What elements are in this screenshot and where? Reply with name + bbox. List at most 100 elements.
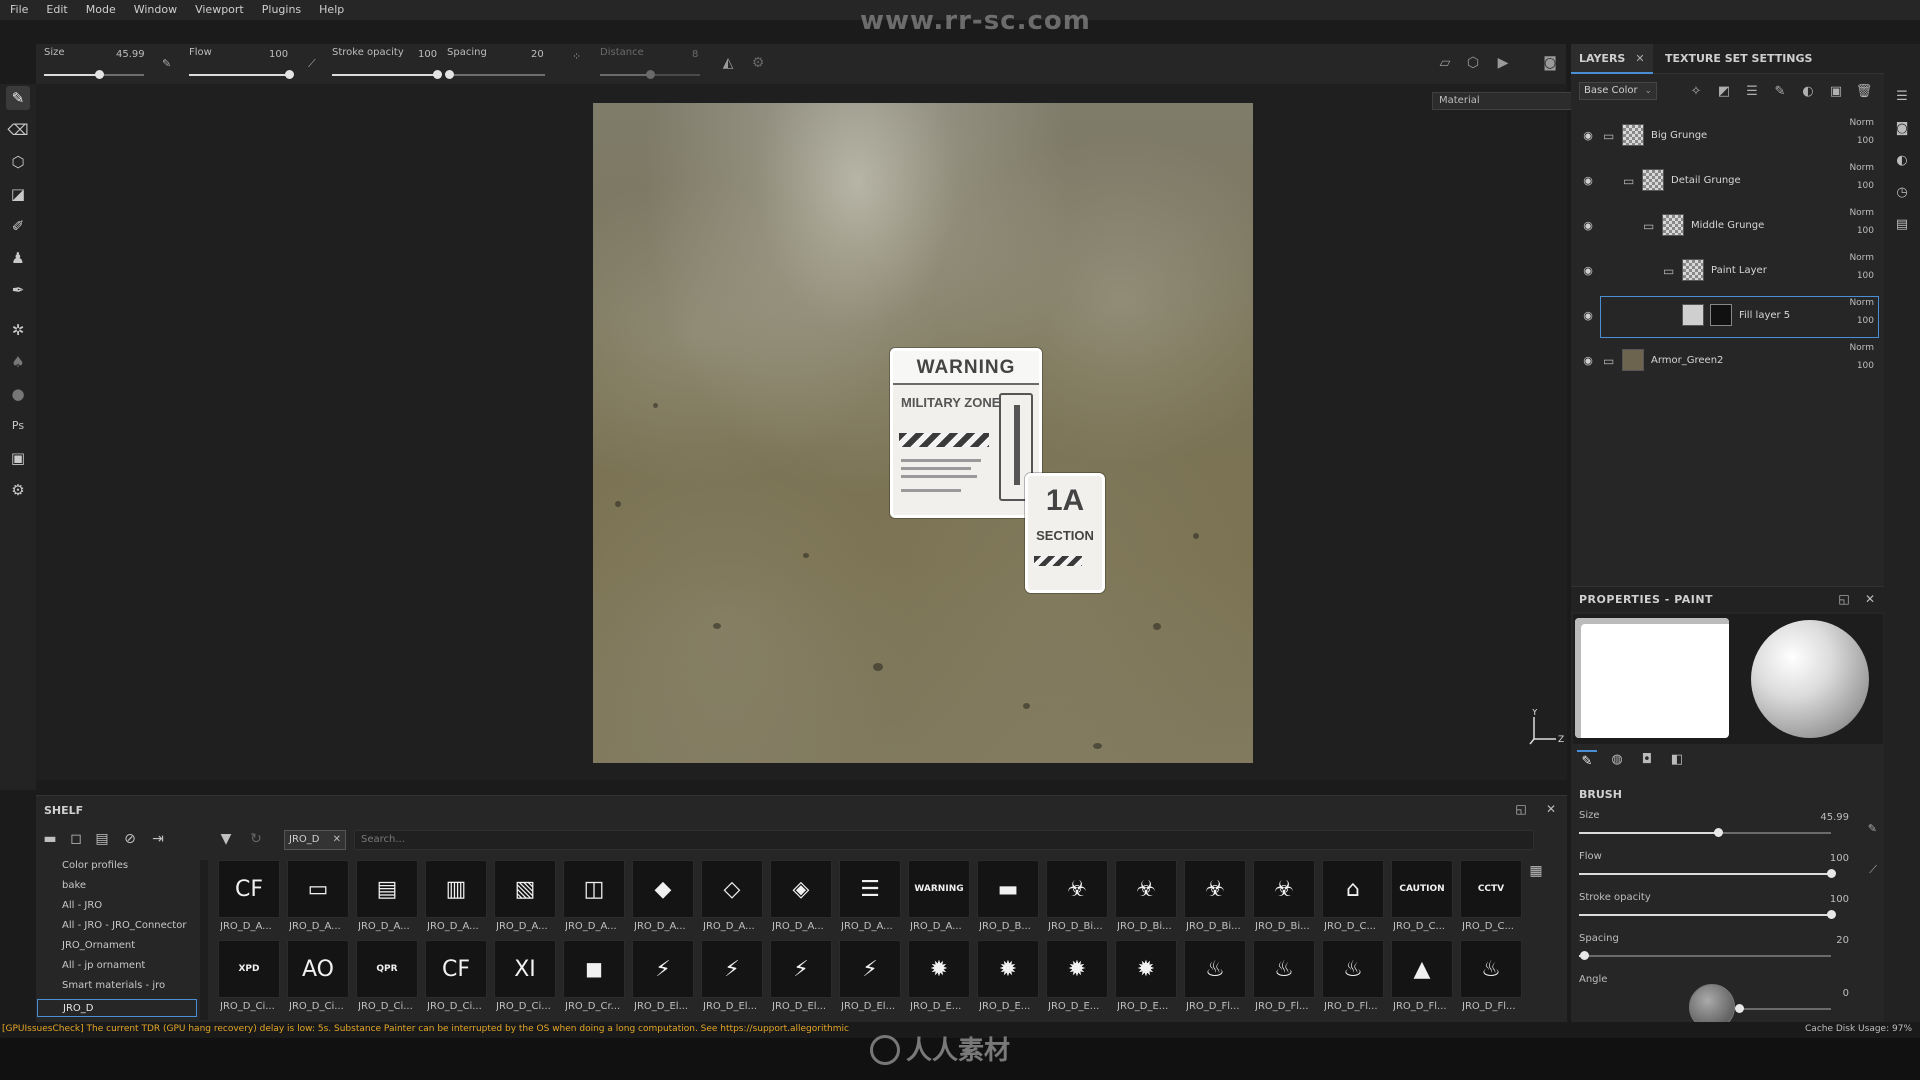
close-icon[interactable]: ✕ (1863, 592, 1877, 606)
shelf-asset[interactable]: XI JRO_D_Ci... (494, 940, 556, 1016)
shelf-asset[interactable]: ◫ JRO_D_A... (563, 860, 625, 936)
categories-scrollbar[interactable] (200, 860, 208, 1020)
log-icon[interactable]: ▤ (1893, 216, 1911, 234)
flow-slider[interactable]: Flow 100 (189, 47, 294, 81)
shelf-asset[interactable]: ⚡ JRO_D_El... (839, 940, 901, 1016)
clone-tool-icon[interactable]: ♟ (6, 246, 30, 270)
spacing-slider[interactable]: Spacing 20 (444, 47, 545, 81)
add-paint-layer-icon[interactable]: ✎ (1771, 83, 1789, 101)
shelf-asset[interactable]: CF JRO_D_A... (218, 860, 280, 936)
add-fill-layer-icon[interactable]: ☰ (1743, 83, 1761, 101)
shelf-asset[interactable]: ✹ JRO_D_E... (908, 940, 970, 1016)
shelf-asset[interactable]: ☰ JRO_D_A... (839, 860, 901, 936)
category-item[interactable]: All - jp ornament (62, 960, 145, 971)
smudge-tool-icon[interactable]: ✐ (6, 214, 30, 238)
visibility-eye-icon[interactable]: ◉ (1581, 309, 1595, 323)
bake-tool-icon[interactable]: ✲ (6, 318, 30, 342)
blend-mode[interactable]: Norm (1849, 163, 1874, 173)
material-mode-icon[interactable]: ◍ (1607, 750, 1627, 770)
camera-icon[interactable]: ▶ (1494, 54, 1512, 72)
particle-tool-icon[interactable]: ● (6, 382, 30, 406)
layer-row[interactable]: ◉ ▭ Detail Grunge Norm 100 (1571, 161, 1884, 206)
brush-alpha-preview[interactable] (1575, 618, 1729, 738)
eraser-tool-icon[interactable]: ⌫ (6, 118, 30, 142)
stroke-opacity-slider[interactable]: Stroke opacity 100 (332, 47, 442, 81)
shelf-asset[interactable]: CF JRO_D_Ci... (425, 940, 487, 1016)
shelf-asset[interactable]: ♨ JRO_D_Fl... (1322, 940, 1384, 1016)
material-view-select[interactable]: Material ⌄ (1432, 92, 1592, 110)
shelf-asset[interactable]: ◈ JRO_D_A... (770, 860, 832, 936)
shelf-asset[interactable]: ☣ JRO_D_Bi... (1046, 860, 1108, 936)
prop-stroke-opacity-knob[interactable] (1827, 910, 1836, 919)
flow-pressure-icon[interactable]: ⟋ (308, 57, 316, 71)
visibility-eye-icon[interactable]: ◉ (1581, 219, 1595, 233)
prop-spacing-knob[interactable] (1580, 951, 1590, 960)
screenshot-icon[interactable]: ◙ (1541, 54, 1559, 72)
layer-opacity[interactable]: 100 (1857, 316, 1874, 326)
display-settings-icon[interactable]: ◐ (1893, 152, 1911, 170)
shelf-save-icon[interactable]: ▤ (92, 829, 112, 849)
pen-pressure-icon[interactable]: ✎ (1868, 822, 1877, 835)
menu-viewport[interactable]: Viewport (186, 0, 253, 20)
add-mask-icon[interactable]: ◩ (1715, 83, 1733, 101)
shelf-asset[interactable]: ◇ JRO_D_A... (701, 860, 763, 936)
layer-opacity[interactable]: 100 (1857, 271, 1874, 281)
lazy-mouse-icon[interactable]: ⁘ (572, 50, 581, 63)
photoshop-export-icon[interactable]: Ps (6, 414, 30, 438)
shelf-asset[interactable]: ▥ JRO_D_A... (425, 860, 487, 936)
menu-help[interactable]: Help (310, 0, 353, 20)
paint-brush-tool-icon[interactable]: ✎ (6, 86, 30, 110)
distance-slider[interactable]: Distance 8 (600, 47, 700, 81)
prop-spacing-slider[interactable]: Spacing 20 (1579, 933, 1849, 967)
layers-panel-icon[interactable]: ☰ (1893, 88, 1911, 106)
distance-slider-knob[interactable] (646, 70, 655, 79)
shelf-asset[interactable]: ♨ JRO_D_Fl... (1184, 940, 1246, 1016)
menu-file[interactable]: File (0, 0, 37, 20)
category-item[interactable]: Color profiles (62, 860, 128, 871)
add-smart-material-icon[interactable]: ◐ (1799, 83, 1817, 101)
close-icon[interactable]: ✕ (1635, 52, 1644, 65)
viewport[interactable]: Material ⌄ WARNING MILITARY ZONE 1A SECT… (36, 84, 1592, 780)
spacing-slider-knob[interactable] (444, 70, 454, 79)
menu-edit[interactable]: Edit (37, 0, 76, 20)
stroke-opacity-slider-knob[interactable] (433, 70, 442, 79)
menu-window[interactable]: Window (125, 0, 186, 20)
blend-mode[interactable]: Norm (1849, 208, 1874, 218)
shelf-asset[interactable]: ⚡ JRO_D_El... (632, 940, 694, 1016)
layer-row[interactable]: ◉ ▭ Paint Layer Norm 100 (1571, 251, 1884, 296)
blend-mode[interactable]: Norm (1849, 298, 1874, 308)
blend-mode[interactable]: Norm (1849, 253, 1874, 263)
add-effect-icon[interactable]: ✧ (1687, 83, 1705, 101)
shelf-asset[interactable]: AO JRO_D_Ci... (287, 940, 349, 1016)
shelf-asset[interactable]: XPD JRO_D_Ci... (218, 940, 280, 1016)
shelf-asset[interactable]: WARNING JRO_D_A... (908, 860, 970, 936)
flow-slider-knob[interactable] (285, 70, 294, 79)
category-item-selected[interactable]: JRO_D (37, 999, 197, 1017)
texture-canvas[interactable]: WARNING MILITARY ZONE 1A SECTION (593, 103, 1253, 763)
prop-angle-knob[interactable] (1735, 1004, 1744, 1013)
layer-opacity[interactable]: 100 (1857, 361, 1874, 371)
filter-icon[interactable]: ▼ (216, 829, 236, 849)
settings-icon[interactable]: ⚙ (6, 478, 30, 502)
projection-tool-icon[interactable]: ⬡ (6, 150, 30, 174)
shelf-asset[interactable]: ⚡ JRO_D_El... (701, 940, 763, 1016)
polygon-fill-tool-icon[interactable]: ◪ (6, 182, 30, 206)
export-icon[interactable]: ▣ (6, 446, 30, 470)
folder-icon[interactable]: ▬ (40, 829, 60, 849)
new-shelf-icon[interactable]: ◻ (66, 829, 86, 849)
layer-opacity[interactable]: 100 (1857, 136, 1874, 146)
channel-select[interactable]: Base Color ⌄ (1579, 82, 1657, 100)
symmetry-icon[interactable]: ◭ (719, 54, 737, 72)
tab-layers[interactable]: LAYERS ✕ (1571, 44, 1653, 74)
size-slider-knob[interactable] (95, 70, 104, 79)
visibility-eye-icon[interactable]: ◉ (1581, 129, 1595, 143)
view-3d-icon[interactable]: ⬡ (1464, 54, 1482, 72)
pen-pressure-icon[interactable]: ✎ (162, 57, 171, 70)
layer-mask-thumbnail[interactable] (1710, 304, 1732, 326)
brush-mode-icon[interactable]: ✎ (1577, 750, 1597, 770)
shelf-asset[interactable]: ▭ JRO_D_A... (287, 860, 349, 936)
prop-size-knob[interactable] (1713, 828, 1723, 837)
shelf-asset[interactable]: CCTV JRO_D_C... (1460, 860, 1522, 936)
shelf-asset[interactable]: ◆ JRO_D_A... (632, 860, 694, 936)
filter-chip[interactable]: JRO_D ✕ (284, 830, 346, 850)
